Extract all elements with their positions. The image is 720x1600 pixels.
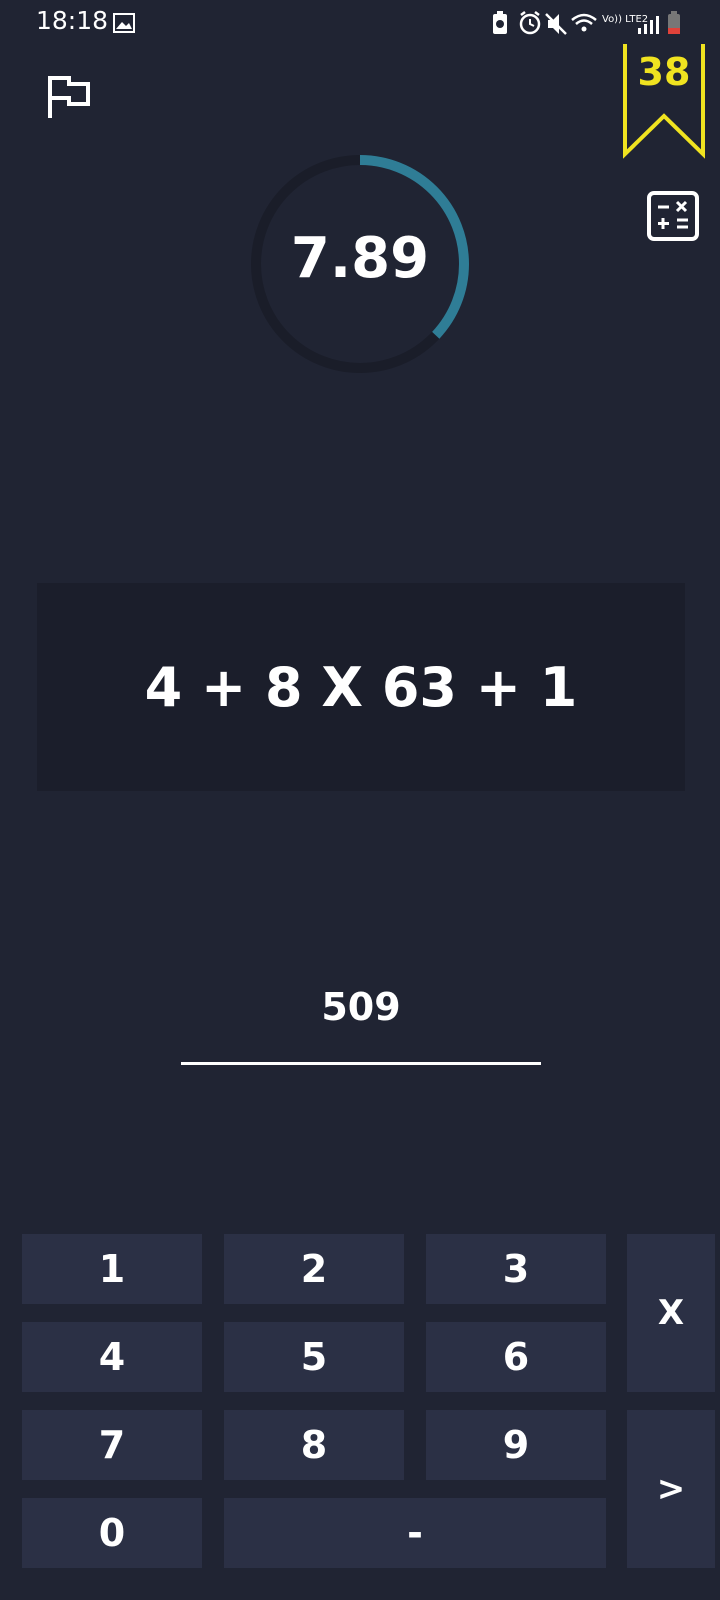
timer-value: 7.89 xyxy=(290,226,430,291)
submit-button[interactable]: > xyxy=(627,1410,715,1568)
key-9[interactable]: 9 xyxy=(426,1410,606,1480)
key-8[interactable]: 8 xyxy=(224,1410,404,1480)
clear-button[interactable]: X xyxy=(627,1234,715,1392)
answer-input[interactable]: 509 xyxy=(180,985,542,1029)
wifi-icon xyxy=(571,13,597,32)
mute-icon xyxy=(545,13,567,35)
question-text: 4 + 8 X 63 + 1 xyxy=(144,655,578,719)
status-icons: Vo)) LTE2 xyxy=(493,11,680,35)
gallery-icon xyxy=(113,13,135,33)
flag-button[interactable] xyxy=(40,66,100,126)
key-4[interactable]: 4 xyxy=(22,1322,202,1392)
key-1[interactable]: 1 xyxy=(22,1234,202,1304)
alarm-icon xyxy=(519,11,541,35)
battery-icon xyxy=(668,11,680,34)
question-box: 4 + 8 X 63 + 1 xyxy=(37,583,685,791)
key-7[interactable]: 7 xyxy=(22,1410,202,1480)
answer-underline xyxy=(181,1062,541,1065)
key-5[interactable]: 5 xyxy=(224,1322,404,1392)
key-6[interactable]: 6 xyxy=(426,1322,606,1392)
key-3[interactable]: 3 xyxy=(426,1234,606,1304)
key-0[interactable]: 0 xyxy=(22,1498,202,1568)
key-minus[interactable]: - xyxy=(224,1498,606,1568)
score: 38 xyxy=(637,50,691,94)
calculator-button[interactable] xyxy=(646,190,700,242)
svg-text:Vo)) LTE2: Vo)) LTE2 xyxy=(602,14,648,25)
calculator-icon xyxy=(647,191,699,241)
status-bar: 18:18 Vo)) LTE2 xyxy=(0,0,720,48)
battery-saver-icon xyxy=(493,11,507,34)
flag-icon xyxy=(48,76,90,118)
key-2[interactable]: 2 xyxy=(224,1234,404,1304)
status-time: 18:18 xyxy=(36,6,109,35)
